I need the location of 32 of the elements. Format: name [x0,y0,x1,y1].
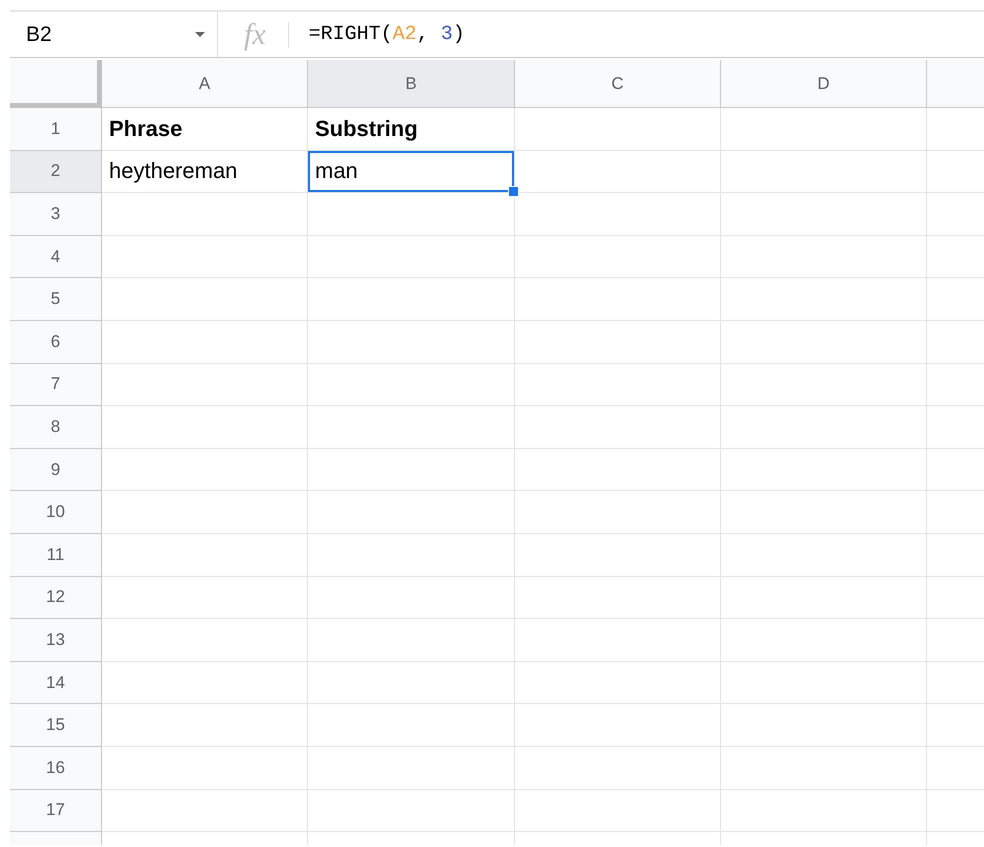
table-cell: Phrase [102,108,308,151]
row-header[interactable]: 3 [10,193,102,236]
row-header[interactable]: 10 [10,491,102,534]
column-header[interactable] [927,60,984,108]
row-header[interactable]: 7 [10,364,102,406]
row-header[interactable]: 15 [10,704,102,747]
row-header[interactable]: 12 [10,576,102,620]
row-header[interactable]: 4 [10,236,102,278]
column-header[interactable]: A [102,60,308,108]
fill-handle[interactable] [508,186,519,198]
row-header[interactable]: 16 [10,746,102,790]
select-all-corner[interactable] [10,60,102,108]
row-header[interactable]: 13 [10,619,102,662]
row-header[interactable]: 14 [10,662,102,704]
formula-field[interactable]: =RIGHT(A2, 3) [308,23,465,46]
name-box[interactable]: B2 [26,22,52,46]
row-header[interactable]: 1 [10,108,102,151]
row-header[interactable]: 11 [10,534,102,577]
table-cell: Substring [308,108,515,151]
column-header[interactable]: C [515,60,721,108]
column-header[interactable]: B [308,60,515,108]
column-header[interactable]: D [721,60,927,108]
fx-label: fx [244,20,266,50]
table-cell: man [308,150,515,194]
dropdown-caret-icon[interactable] [195,32,205,37]
row-header[interactable]: 9 [10,448,102,492]
row-header[interactable]: 17 [10,790,102,832]
row-header[interactable]: 2 [10,150,102,194]
row-header[interactable]: 5 [10,278,102,321]
row-header[interactable]: 8 [10,406,102,449]
row-header[interactable]: 6 [10,320,102,364]
table-cell: heythereman [102,150,308,194]
